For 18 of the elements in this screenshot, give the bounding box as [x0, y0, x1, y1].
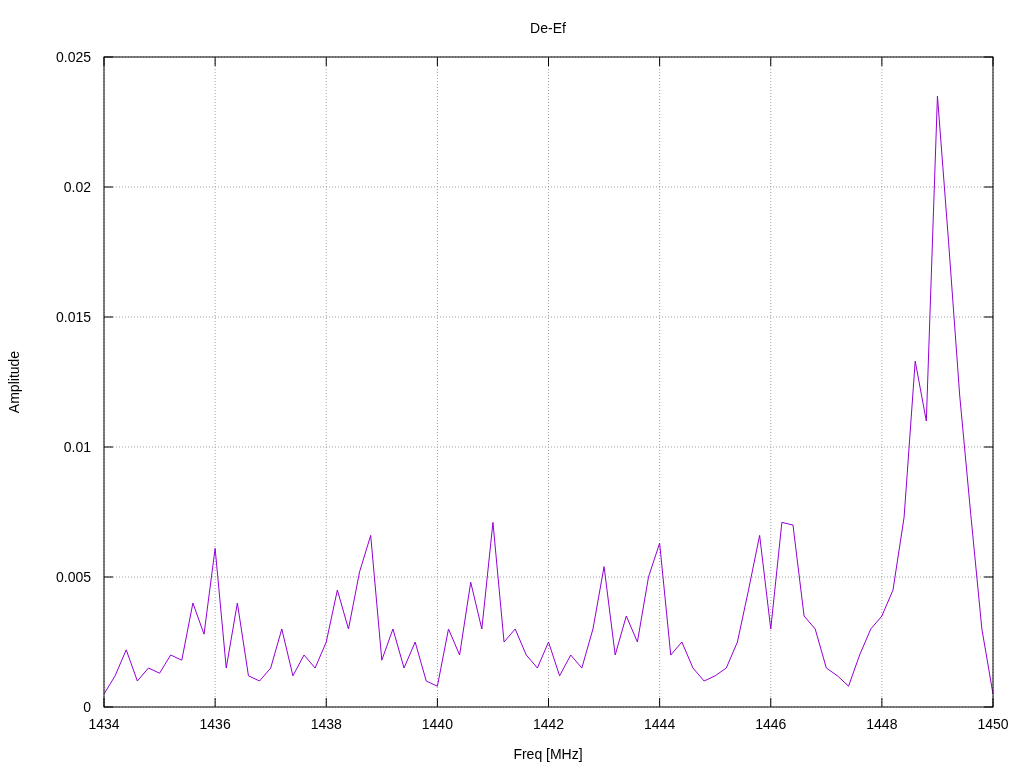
y-tick-label: 0.015	[55, 309, 91, 325]
chart-title: De-Ef	[530, 20, 566, 36]
x-tick-label: 1450	[977, 716, 1009, 732]
x-tick-label: 1438	[310, 716, 342, 732]
y-tick-label: 0.01	[63, 439, 91, 455]
x-tick-label: 1444	[644, 716, 676, 732]
x-tick-label: 1440	[421, 716, 453, 732]
x-tick-label: 1448	[866, 716, 898, 732]
y-tick-label: 0.02	[63, 179, 91, 195]
x-tick-label: 1442	[532, 716, 565, 732]
x-tick-label: 1446	[755, 716, 787, 732]
x-tick-label: 1434	[88, 716, 120, 732]
y-tick-label: 0.025	[55, 49, 91, 65]
y-axis-label: Amplitude	[6, 350, 22, 414]
y-tick-label: 0	[83, 699, 91, 715]
x-tick-label: 1436	[199, 716, 231, 732]
y-tick-label: 0.005	[55, 569, 91, 585]
x-axis-label: Freq [MHz]	[513, 746, 583, 762]
